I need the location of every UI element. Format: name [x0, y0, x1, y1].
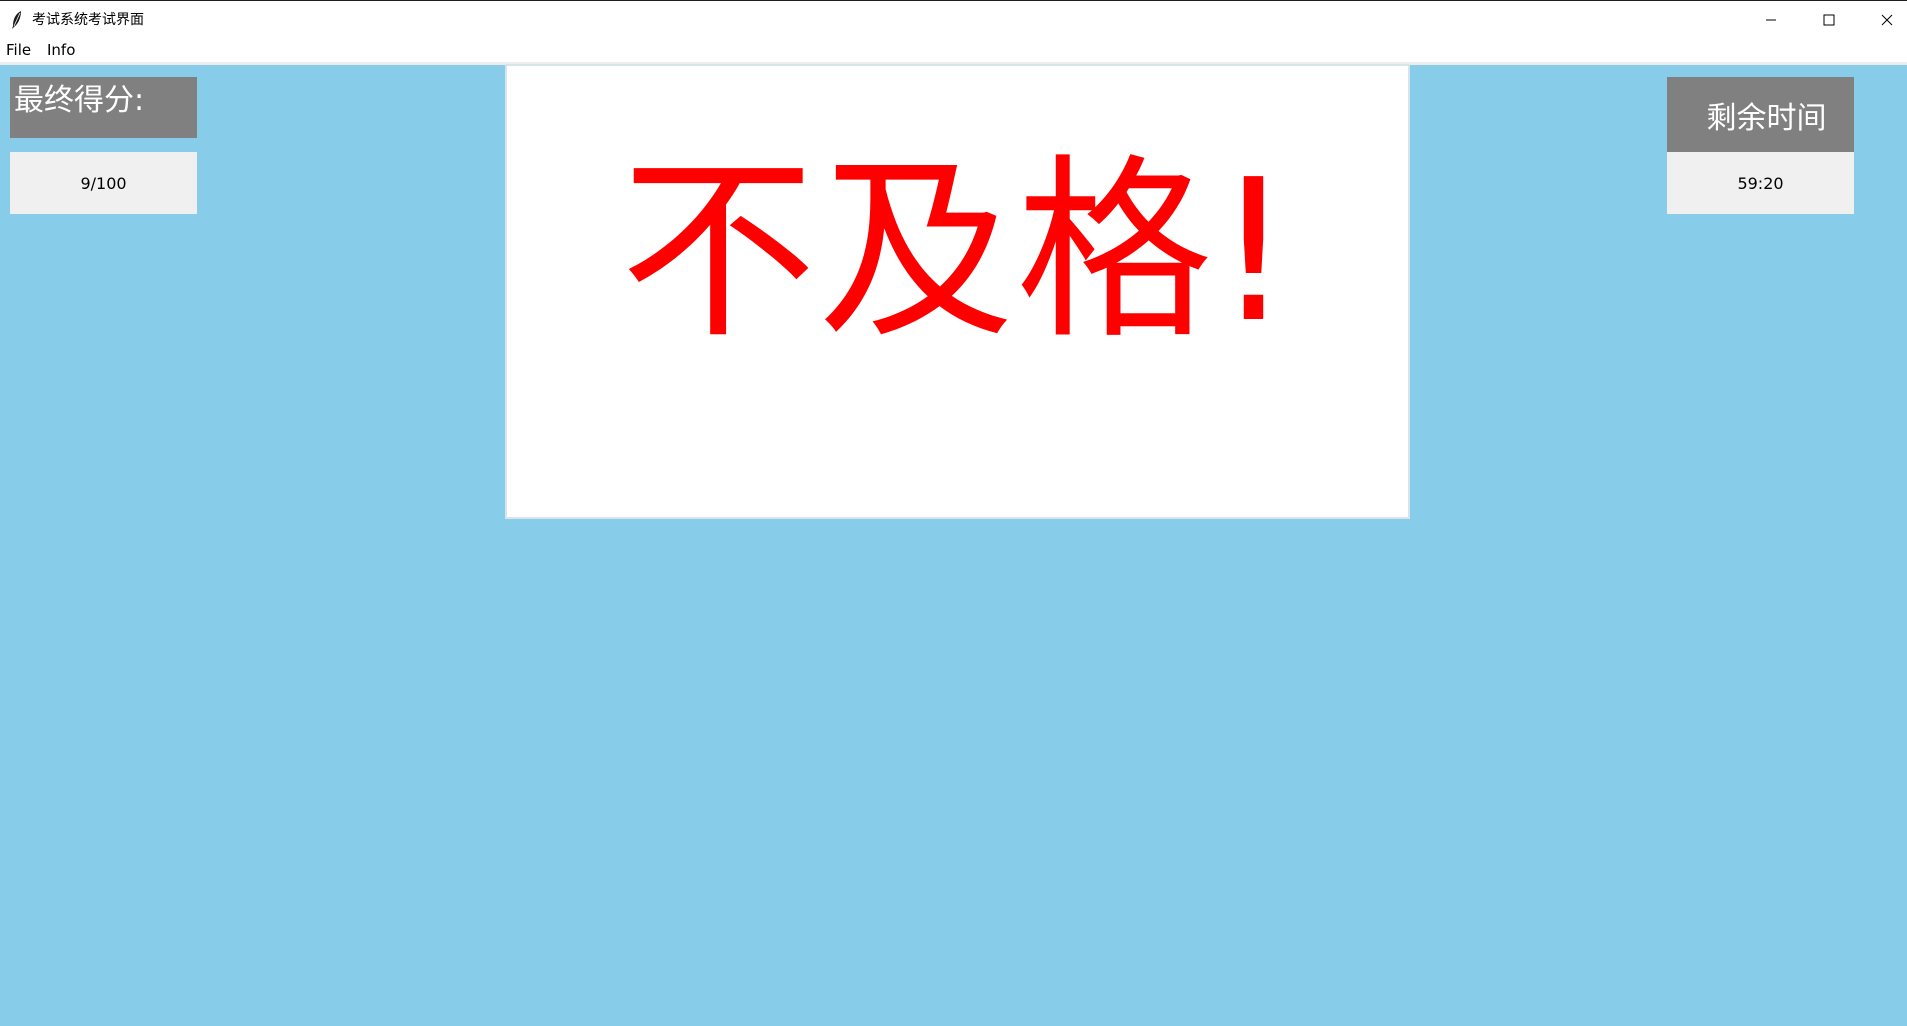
feather-icon: [9, 10, 25, 30]
final-score-text: 9/100: [80, 173, 127, 193]
remaining-time-value: 59:20: [1667, 152, 1854, 214]
menu-info[interactable]: Info: [45, 41, 77, 60]
final-score-label: 最终得分:: [10, 77, 197, 138]
remaining-time-label-text: 剩余时间: [1706, 100, 1827, 136]
maximize-button[interactable]: [1800, 1, 1858, 39]
result-panel: 不及格!: [505, 64, 1410, 519]
menu-file[interactable]: File: [4, 41, 33, 60]
maximize-icon: [1823, 11, 1835, 30]
window-title: 考试系统考试界面: [32, 12, 144, 28]
menu-bar: File Info: [0, 38, 1907, 65]
result-message: 不及格!: [620, 137, 1295, 366]
final-score-value: 9/100: [10, 152, 197, 214]
minimize-icon: [1765, 11, 1777, 30]
close-icon: [1881, 11, 1893, 30]
close-button[interactable]: [1858, 1, 1907, 39]
remaining-time-text: 59:20: [1737, 173, 1784, 193]
minimize-button[interactable]: [1742, 1, 1800, 39]
title-bar: 考试系统考试界面: [0, 0, 1907, 38]
remaining-time-label: 剩余时间: [1667, 77, 1854, 152]
